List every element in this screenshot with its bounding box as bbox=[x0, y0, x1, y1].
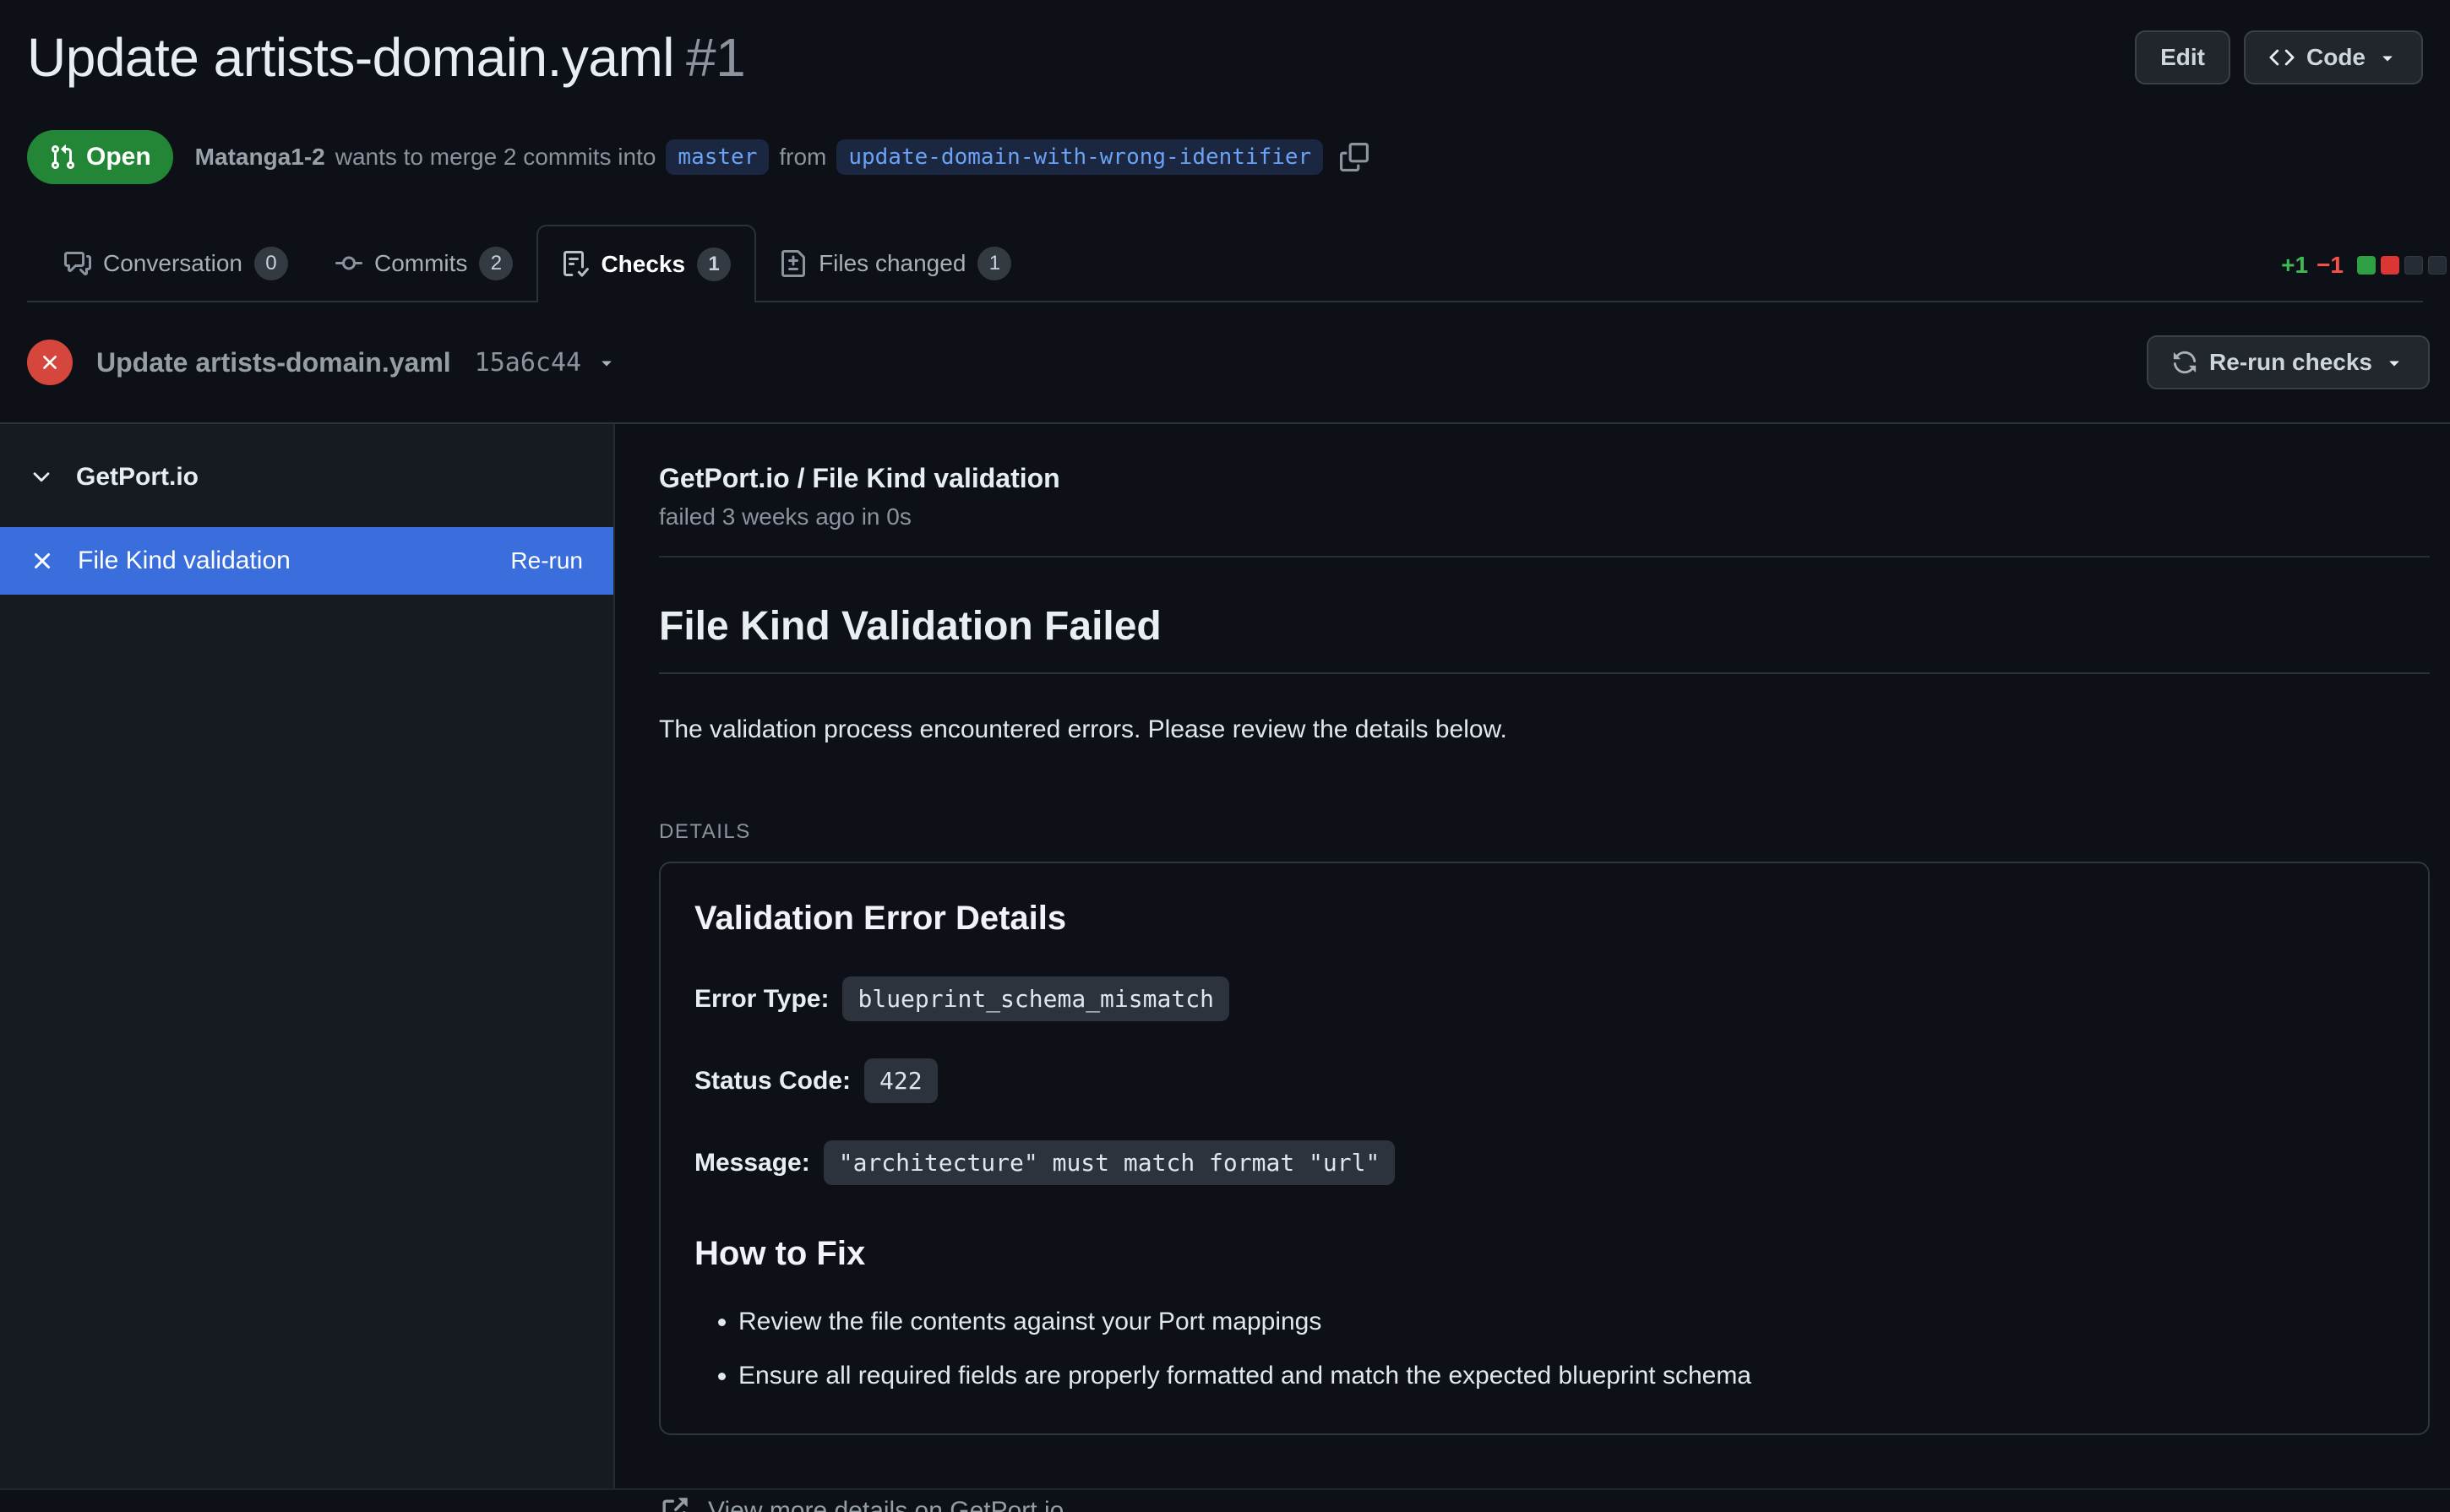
edit-button[interactable]: Edit bbox=[2135, 30, 2230, 84]
pr-tabs: Conversation 0 Commits 2 Checks 1 Files … bbox=[27, 226, 2423, 302]
message-label: Message: bbox=[694, 1149, 810, 1178]
git-pull-request-icon bbox=[49, 144, 76, 171]
error-type-value: blueprint_schema_mismatch bbox=[842, 976, 1228, 1021]
chevron-down-icon bbox=[2377, 47, 2398, 68]
head-branch-link[interactable]: update-domain-with-wrong-identifier bbox=[836, 139, 1323, 175]
page-title: Update artists-domain.yaml#1 bbox=[27, 26, 745, 89]
rerun-checks-button[interactable]: Re-run checks bbox=[2147, 335, 2430, 389]
git-commit-icon bbox=[335, 250, 362, 277]
tab-counter: 2 bbox=[479, 247, 513, 280]
external-details-link-label: View more details on GetPort.io bbox=[708, 1497, 1064, 1512]
author-link[interactable]: Matanga1-2 bbox=[195, 144, 325, 171]
status-badge-open: Open bbox=[27, 130, 173, 184]
commit-sha-dropdown[interactable]: 15a6c44 bbox=[475, 348, 617, 378]
sync-icon bbox=[2172, 350, 2197, 375]
tab-label: Checks bbox=[601, 251, 685, 278]
code-button-label: Code bbox=[2306, 44, 2366, 71]
chevron-down-icon bbox=[29, 465, 54, 490]
checks-panel: GetPort.io File Kind validation Re-run G… bbox=[0, 424, 2450, 1490]
diffstat-square-green bbox=[2357, 256, 2376, 275]
tab-checks[interactable]: Checks 1 bbox=[536, 225, 756, 302]
fix-list-item: Review the file contents against your Po… bbox=[738, 1305, 2394, 1339]
checks-sidebar: GetPort.io File Kind validation Re-run bbox=[0, 424, 615, 1488]
tab-conversation[interactable]: Conversation 0 bbox=[41, 226, 312, 301]
tab-commits[interactable]: Commits 2 bbox=[312, 226, 536, 301]
diffstat-deletions: −1 bbox=[2317, 252, 2344, 279]
tab-label: Files changed bbox=[819, 250, 966, 277]
code-icon bbox=[2269, 45, 2295, 70]
byline-text: wants to merge 2 commits into bbox=[335, 144, 656, 171]
triangle-down-icon bbox=[596, 352, 617, 373]
sidebar-item-label: File Kind validation bbox=[78, 547, 488, 575]
diffstat-square-gray bbox=[2428, 256, 2447, 275]
file-diff-icon bbox=[780, 250, 807, 277]
pr-title-text: Update artists-domain.yaml bbox=[27, 27, 674, 88]
check-run-title: Update artists-domain.yaml bbox=[96, 347, 451, 378]
check-output-intro: The validation process encountered error… bbox=[659, 713, 2430, 747]
failed-status-icon bbox=[27, 340, 73, 385]
external-details-link[interactable]: View more details on GetPort.io bbox=[659, 1496, 2430, 1512]
pr-number: #1 bbox=[686, 27, 745, 88]
validation-error-box: Validation Error Details Error Type: blu… bbox=[659, 862, 2430, 1435]
pr-header: Update artists-domain.yaml#1 Edit Code O… bbox=[0, 0, 2450, 302]
tab-label: Commits bbox=[374, 250, 467, 277]
rerun-checks-label: Re-run checks bbox=[2209, 349, 2372, 376]
base-branch-link[interactable]: master bbox=[666, 139, 769, 175]
check-details-main: GetPort.io / File Kind validation failed… bbox=[615, 424, 2450, 1488]
sidebar-item-rerun-link[interactable]: Re-run bbox=[510, 547, 583, 574]
sidebar-group-label: GetPort.io bbox=[76, 463, 199, 492]
checklist-icon bbox=[562, 251, 589, 278]
check-breadcrumb: GetPort.io / File Kind validation bbox=[659, 461, 2430, 495]
diffstat-square-red bbox=[2381, 256, 2399, 275]
tab-label: Conversation bbox=[103, 250, 242, 277]
message-value: "architecture" must match format "url" bbox=[824, 1140, 1396, 1185]
triangle-down-icon bbox=[2384, 352, 2404, 373]
fix-list: Review the file contents against your Po… bbox=[694, 1305, 2394, 1393]
tab-counter: 0 bbox=[254, 247, 288, 280]
byline-from: from bbox=[779, 144, 826, 171]
fix-list-item: Ensure all required fields are properly … bbox=[738, 1359, 2394, 1393]
message-row: Message: "architecture" must match forma… bbox=[694, 1140, 2394, 1185]
status-code-label: Status Code: bbox=[694, 1067, 851, 1096]
code-button[interactable]: Code bbox=[2244, 30, 2423, 84]
x-icon bbox=[29, 547, 56, 574]
diffstat-square-gray bbox=[2404, 256, 2423, 275]
tab-files-changed[interactable]: Files changed 1 bbox=[756, 226, 1035, 301]
check-run-header: Update artists-domain.yaml 15a6c44 Re-ru… bbox=[0, 302, 2450, 424]
pr-byline: Matanga1-2 wants to merge 2 commits into… bbox=[195, 139, 1369, 175]
status-badge-label: Open bbox=[86, 143, 151, 171]
copy-icon[interactable] bbox=[1340, 143, 1369, 171]
error-type-label: Error Type: bbox=[694, 985, 829, 1014]
comment-discussion-icon bbox=[64, 250, 91, 277]
diffstat-additions: +1 bbox=[2281, 252, 2308, 279]
check-output-heading: File Kind Validation Failed bbox=[659, 601, 2430, 674]
how-to-fix-heading: How to Fix bbox=[694, 1232, 2394, 1275]
edit-button-label: Edit bbox=[2160, 44, 2205, 71]
error-type-row: Error Type: blueprint_schema_mismatch bbox=[694, 976, 2394, 1021]
status-code-row: Status Code: 422 bbox=[694, 1058, 2394, 1103]
sidebar-group-getport[interactable]: GetPort.io bbox=[0, 424, 613, 527]
details-section-label: DETAILS bbox=[659, 819, 2430, 845]
sidebar-item-file-kind-validation[interactable]: File Kind validation Re-run bbox=[0, 527, 613, 595]
link-external-icon bbox=[659, 1496, 689, 1512]
tab-counter: 1 bbox=[697, 247, 731, 281]
diffstat[interactable]: +1 −1 bbox=[2281, 252, 2450, 279]
divider bbox=[659, 556, 2430, 557]
commit-sha: 15a6c44 bbox=[475, 348, 581, 378]
status-code-value: 422 bbox=[864, 1058, 938, 1103]
check-status-line: failed 3 weeks ago in 0s bbox=[659, 502, 2430, 532]
error-box-title: Validation Error Details bbox=[694, 897, 2394, 939]
tab-counter: 1 bbox=[977, 247, 1011, 280]
